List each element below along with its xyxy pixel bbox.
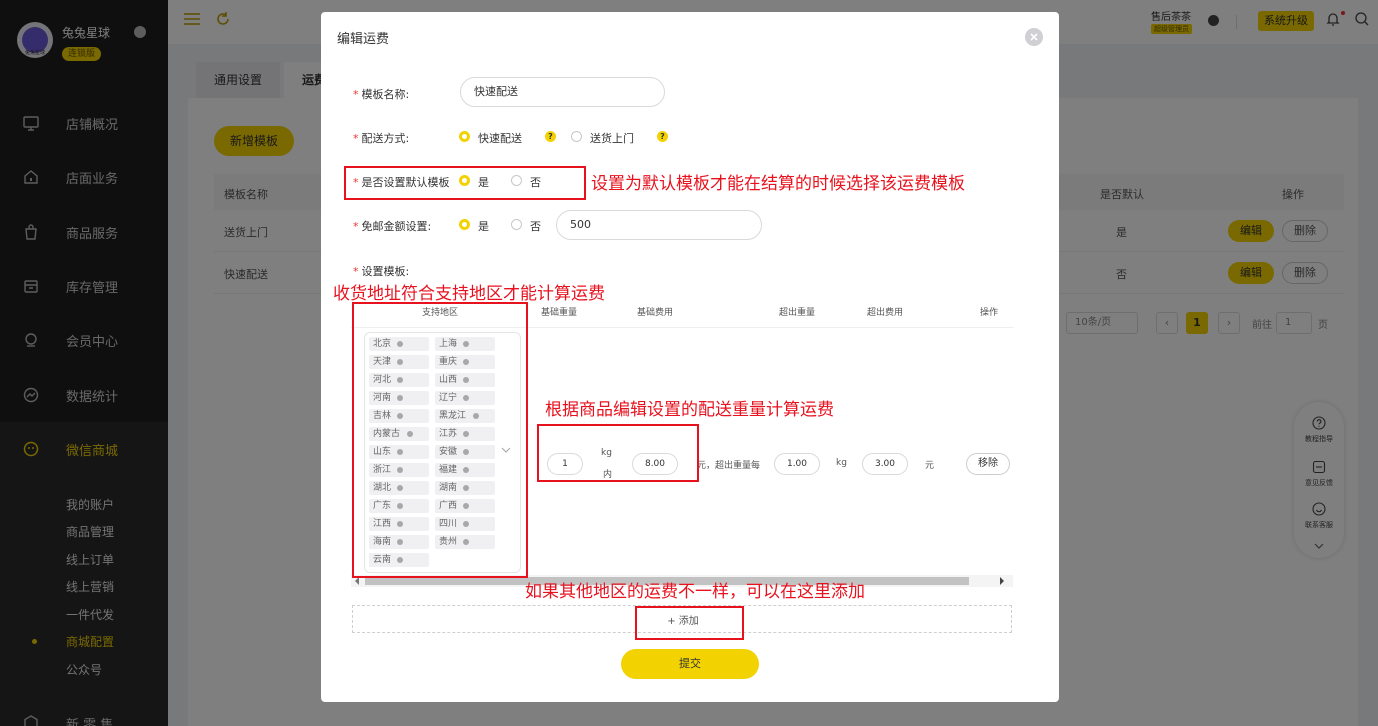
help-icon[interactable]: ? — [657, 131, 668, 142]
column-header: 基础费用 — [637, 308, 674, 318]
annotation-add-region: 如果其他地区的运费不一样，可以在这里添加 — [525, 582, 865, 602]
free-shipping-yes-label[interactable]: 是 — [478, 218, 489, 234]
annotation-default-template: 设置为默认模板才能在结算的时候选择该运费模板 — [591, 174, 965, 194]
annotation-weight-calculation: 根据商品编辑设置的配送重量计算运费 — [545, 400, 834, 420]
free-shipping-amount-input[interactable]: 500 — [556, 210, 762, 240]
annotation-box-default-template — [344, 166, 586, 200]
column-header: 操作 — [980, 308, 999, 318]
annotation-box-regions — [352, 302, 528, 578]
column-header: 超出重量 — [779, 308, 816, 318]
submit-button[interactable]: 提交 — [621, 649, 759, 679]
free-shipping-label: * 免邮金额设置: — [353, 220, 432, 233]
extra-fee-input[interactable]: 3.00 — [862, 453, 908, 475]
modal-title: 编辑运费 — [337, 32, 390, 47]
column-header: 超出费用 — [867, 308, 904, 318]
free-shipping-no-label[interactable]: 否 — [530, 218, 541, 234]
template-name-label: * 模板名称: — [353, 88, 410, 101]
delivery-method-label: * 配送方式: — [353, 132, 410, 145]
delivery-home-label[interactable]: 送货上门 — [590, 130, 634, 146]
remove-row-button[interactable]: 移除 — [966, 453, 1010, 475]
delivery-fast-radio[interactable] — [459, 131, 470, 142]
help-icon[interactable]: ? — [545, 131, 556, 142]
delivery-home-radio[interactable] — [571, 131, 582, 142]
settings-template-label: * 设置模板: — [353, 265, 410, 278]
kg-unit-label: kg — [836, 458, 847, 468]
close-button[interactable] — [1025, 28, 1043, 46]
close-icon — [1030, 33, 1038, 41]
extra-weight-text: 元，超出重量每 — [697, 461, 761, 471]
column-header: 基础重量 — [541, 308, 578, 318]
template-name-input[interactable]: 快速配送 — [460, 77, 665, 107]
scroll-right-icon[interactable] — [999, 577, 1005, 585]
free-shipping-no-radio[interactable] — [511, 219, 522, 230]
annotation-box-add — [635, 606, 744, 640]
delivery-fast-label[interactable]: 快速配送 — [478, 130, 522, 146]
extra-weight-input[interactable]: 1.00 — [774, 453, 820, 475]
annotation-supported-regions: 收货地址符合支持地区才能计算运费 — [333, 284, 605, 304]
annotation-box-weight — [537, 424, 699, 482]
free-shipping-yes-radio[interactable] — [459, 219, 470, 230]
scroll-left-icon[interactable] — [354, 577, 360, 585]
yuan-unit-label: 元 — [925, 461, 935, 471]
